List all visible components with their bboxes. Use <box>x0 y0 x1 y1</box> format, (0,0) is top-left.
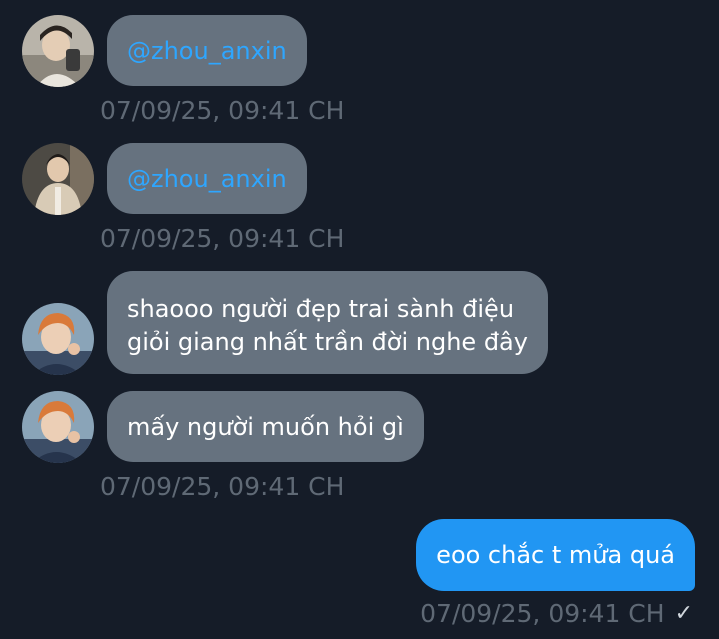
check-icon: ✓ <box>674 601 693 626</box>
mention-bubble[interactable]: @zhou_anxin <box>107 15 307 86</box>
outgoing-message-meta: 07/09/25, 09:41 CH ✓ <box>420 599 693 629</box>
message-timestamp: 07/09/25, 09:41 CH <box>100 224 345 253</box>
message-line: shaooo người đẹp trai sành điệu <box>127 295 515 323</box>
avatar[interactable] <box>22 15 94 87</box>
avatar[interactable] <box>22 303 94 375</box>
message-bubble[interactable]: shaooo người đẹp trai sành điệu giỏi gia… <box>107 271 548 374</box>
mention-link[interactable]: @zhou_anxin <box>127 165 287 193</box>
message-timestamp: 07/09/25, 09:41 CH <box>100 96 345 125</box>
message-text: mấy người muốn hỏi gì <box>127 412 404 441</box>
mention-link[interactable]: @zhou_anxin <box>127 37 287 65</box>
message-timestamp: 07/09/25, 09:41 CH <box>420 599 665 628</box>
message-line: giỏi giang nhất trần đời nghe đây <box>127 328 528 356</box>
outgoing-message-bubble[interactable]: eoo chắc t mửa quá <box>416 519 695 591</box>
message-timestamp: 07/09/25, 09:41 CH <box>100 472 345 501</box>
avatar[interactable] <box>22 143 94 215</box>
message-bubble[interactable]: mấy người muốn hỏi gì <box>107 391 424 462</box>
mention-bubble[interactable]: @zhou_anxin <box>107 143 307 214</box>
message-text: eoo chắc t mửa quá <box>436 541 675 569</box>
avatar[interactable] <box>22 391 94 463</box>
